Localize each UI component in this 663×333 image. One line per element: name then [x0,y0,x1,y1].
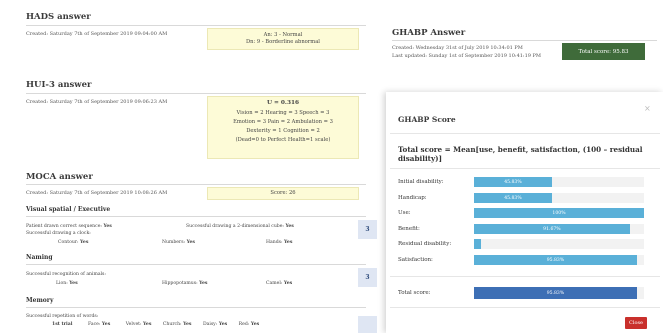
modal-header-divider [390,133,660,134]
naming-camel: Camel: Yes [266,281,293,286]
score-row-bar: 95.83% [474,255,637,265]
hads-result-line2: Dn: 9 - Borderline abnormal [246,39,320,45]
naming-animals: Successful recognition of animals: [26,272,106,277]
hads-result-line1: An: 3 - Normal [263,32,303,38]
score-row-track: 45.83% [474,193,644,203]
score-row-track [474,239,644,249]
score-row-label: Initial disability: [398,179,444,185]
hui3-line4: (Dead=0 to Perfect Health=1 scale) [235,137,331,143]
footer-divider [390,307,660,308]
ghabp-title: GHABP Answer [392,28,466,38]
naming-lion: Lion: Yes [56,281,78,286]
visual-sequence: Patient drawn correct sequence: Yes [26,224,112,229]
visual-clock: Successful drawing a clock: [26,231,91,236]
clock-numbers: Numbers: Yes [162,240,195,245]
ghabp-updated: Last updated: Sunday 1st of September 20… [392,53,542,59]
naming-hippo: Hippopotamus: Yes [162,281,208,286]
score-row-track: 45.83% [474,177,644,187]
visual-score-badge: 3 [358,220,377,239]
visual-spatial-title: Visual spatial / Executive [26,206,111,213]
hui3-divider [26,93,366,94]
memory-divider [26,307,366,308]
total-score-bar: 95.83% [474,287,637,299]
score-row-label: Use: [398,210,411,216]
ghabp-total-score-button[interactable]: Total score: 95.83 [562,43,645,60]
moca-score-box: Score: 26 [207,187,359,200]
score-row-label: Benefit: [398,226,420,232]
visual-cube: Successful drawing a 2-dimensional cube:… [186,224,294,229]
hui3-line2: Emotion = 3 Pain = 2 Ambulation = 3 [233,119,333,125]
formula-divider [390,168,660,169]
naming-title: Naming [26,254,53,261]
close-button[interactable]: Close [625,317,647,329]
hads-divider [26,25,366,26]
score-row-bar: 100% [474,208,644,218]
score-row-label: Handicap: [398,195,427,201]
visual-divider [26,216,366,217]
hui3-u-value: U = 0.316 [266,100,300,106]
moca-divider [26,184,366,185]
clock-hands: Hands: Yes [266,240,293,245]
ghabp-formula: Total score = Mean[use, benefit, satisfa… [398,145,643,163]
score-row-bar: 45.83% [474,193,552,203]
total-divider [390,276,660,277]
moca-created: Created: Saturday 7th of September 2019 … [26,190,168,196]
naming-score-badge: 3 [358,268,377,287]
modal-close-icon[interactable]: × [644,104,651,113]
score-row-bar: 91.67% [474,224,630,234]
score-row-bar [474,239,482,249]
total-score-track: 95.83% [474,287,644,299]
hui3-result-box: U = 0.316 Vision = 2 Hearing = 3 Speech … [207,96,359,159]
hads-created: Created: Saturday 7th of September 2019 … [26,31,168,37]
moca-score: Score: 26 [270,190,296,196]
ghabp-divider [392,40,657,41]
memory-score-badge [358,316,377,333]
ghabp-created: Created: Wednesday 31st of July 2019 10:… [392,45,523,51]
score-row-bar: 45.83% [474,177,552,187]
score-row-track: 95.83% [474,255,644,265]
hads-title: HADS answer [26,12,91,22]
naming-divider [26,264,366,265]
moca-title: MOCA answer [26,172,93,182]
total-score-label: Total score: [398,290,431,296]
memory-words: Successful repetition of words: [26,314,99,319]
score-row-label: Residual disability: [398,241,452,247]
score-row-track: 100% [474,208,644,218]
score-row-track: 91.67% [474,224,644,234]
score-row-label: Satisfaction: [398,257,433,263]
modal-title: GHABP Score [398,115,456,124]
hui3-line1: Vision = 2 Hearing = 3 Speech = 3 [236,110,330,116]
hui3-line3: Dexterity = 1 Cognition = 2 [246,128,320,134]
clock-contour: Contour: Yes [58,240,89,245]
memory-first-trial: 1st trial Face: Yes Velvet: Yes Church: … [52,322,260,327]
memory-title: Memory [26,297,54,304]
hui3-title: HUI-3 answer [26,80,92,90]
hui3-created: Created: Saturday 7th of September 2019 … [26,99,168,105]
hads-result-box: An: 3 - Normal Dn: 9 - Borderline abnorm… [207,28,359,50]
